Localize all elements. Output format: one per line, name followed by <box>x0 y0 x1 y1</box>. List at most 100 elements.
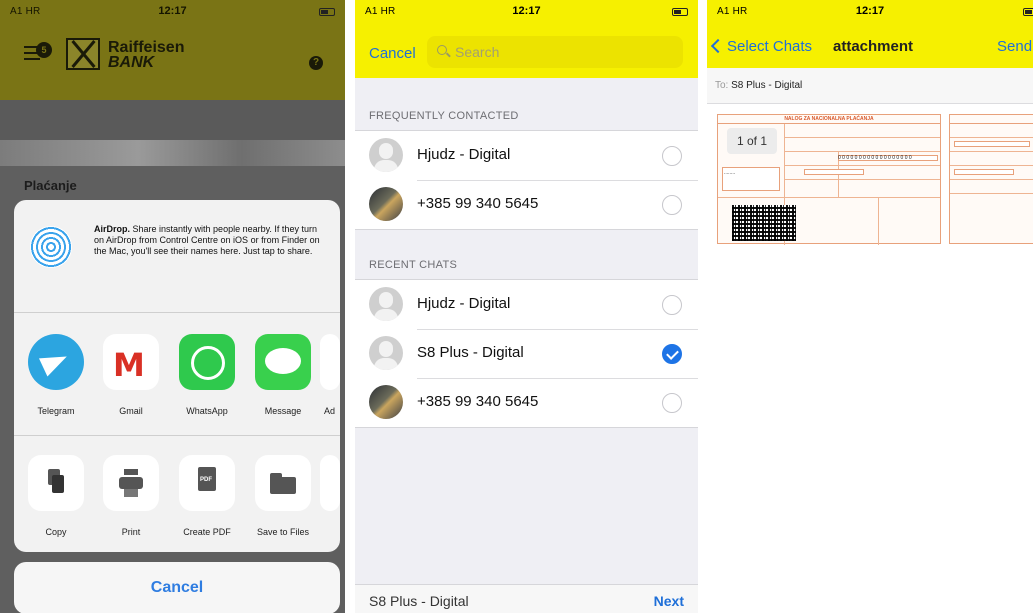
selected-recipient: S8 Plus - Digital <box>369 593 469 609</box>
action-label: Print <box>121 527 141 537</box>
action-print[interactable]: Print <box>93 455 169 537</box>
selected-checkmark-icon[interactable] <box>662 344 682 364</box>
share-sheet: AirDrop. Share instantly with people nea… <box>14 200 340 552</box>
to-prefix: To: <box>715 80 729 91</box>
airdrop-title: AirDrop. <box>94 224 130 234</box>
share-app-label: WhatsApp <box>186 406 228 416</box>
whatsapp-icon <box>179 334 235 390</box>
select-radio[interactable] <box>662 146 682 166</box>
clock: 12:17 <box>158 5 187 17</box>
frequent-list: Hjudz - Digital +385 99 340 5645 <box>355 130 698 230</box>
share-sheet-panel: A1 HR 12:17 5 Raiffeisen BANK ? Plaćanje… <box>0 0 345 613</box>
contact-name: Hjudz - Digital <box>417 295 511 312</box>
bank-logo-icon <box>66 38 100 70</box>
send-button[interactable]: Send <box>997 38 1032 55</box>
action-more[interactable] <box>320 455 340 511</box>
contact-name: +385 99 340 5645 <box>417 393 539 410</box>
more-action-icon <box>320 455 340 511</box>
bank-name-line1: Raiffeisen <box>108 39 185 56</box>
avatar <box>369 385 403 419</box>
share-app-message[interactable]: Message <box>245 334 321 416</box>
page-title: attachment <box>833 38 914 55</box>
battery-icon <box>319 8 335 16</box>
action-label: Copy <box>45 527 67 537</box>
contact-name: S8 Plus - Digital <box>417 344 524 361</box>
share-app-whatsapp[interactable]: WhatsApp <box>169 334 245 416</box>
avatar <box>369 187 403 221</box>
list-item[interactable]: Hjudz - Digital <box>355 280 698 329</box>
action-create-pdf[interactable]: PDF Create PDF <box>169 455 245 537</box>
document-preview[interactable]: NALOG ZA NACIONALNA PLAĆANJA 0 0 0 0 0 0… <box>707 104 1033 613</box>
chat-picker-panel: A1 HR 12:17 Cancel Search FREQUENTLY CON… <box>355 0 698 613</box>
battery-icon <box>672 8 688 16</box>
recent-list: Hjudz - Digital S8 Plus - Digital +385 9… <box>355 279 698 428</box>
share-app-more[interactable]: Ad <box>320 334 340 416</box>
payment-slip-receipt <box>949 114 1033 244</box>
search-placeholder: Search <box>455 44 500 60</box>
status-bar: A1 HR 12:17 <box>707 0 1033 24</box>
search-input[interactable]: Search <box>427 36 683 68</box>
back-label: Select Chats <box>727 38 813 55</box>
list-item[interactable]: S8 Plus - Digital <box>355 329 698 378</box>
bank-header: A1 HR 12:17 5 Raiffeisen BANK ? <box>0 0 345 100</box>
more-app-icon <box>320 334 340 390</box>
menu-badge: 5 <box>36 42 52 58</box>
payment-slip-image: NALOG ZA NACIONALNA PLAĆANJA 0 0 0 0 0 0… <box>717 114 1033 248</box>
action-label: Save to Files <box>256 527 310 537</box>
next-button[interactable]: Next <box>654 593 684 609</box>
share-app-label: Message <box>264 406 302 416</box>
copy-icon <box>28 455 84 511</box>
slip-header: NALOG ZA NACIONALNA PLAĆANJA <box>718 115 940 124</box>
bank-logo-text: Raiffeisen BANK <box>108 39 185 71</box>
clock: 12:17 <box>512 5 541 17</box>
share-app-telegram[interactable]: Telegram <box>18 334 94 416</box>
back-button[interactable]: Select Chats <box>710 38 813 55</box>
folder-icon <box>255 455 311 511</box>
action-copy[interactable]: Copy <box>18 455 94 537</box>
contact-name: +385 99 340 5645 <box>417 195 539 212</box>
share-app-gmail[interactable]: M Gmail <box>93 334 169 416</box>
bank-name-line2: BANK <box>108 54 155 71</box>
share-cancel-button[interactable]: Cancel <box>14 562 340 613</box>
contact-name: Hjudz - Digital <box>417 146 511 163</box>
select-radio[interactable] <box>662 295 682 315</box>
airdrop-icon <box>30 226 72 268</box>
chevron-left-icon <box>710 38 726 54</box>
pdf-icon: PDF <box>179 455 235 511</box>
picker-top-bar: A1 HR 12:17 Cancel Search <box>355 0 698 78</box>
help-icon[interactable]: ? <box>309 56 323 70</box>
share-actions-row: Copy Print PDF Create PDF Save to Files <box>14 437 340 552</box>
action-save-to-files[interactable]: Save to Files <box>245 455 321 537</box>
status-bar: A1 HR 12:17 <box>0 0 345 24</box>
recipient-line: To: S8 Plus - Digital <box>715 80 802 91</box>
list-item[interactable]: +385 99 340 5645 <box>355 180 698 229</box>
page-indicator: 1 of 1 <box>727 128 777 154</box>
select-radio[interactable] <box>662 393 682 413</box>
share-app-label: Ad <box>324 406 336 416</box>
action-label: Create PDF <box>183 527 231 537</box>
select-radio[interactable] <box>662 195 682 215</box>
list-item[interactable]: Hjudz - Digital <box>355 131 698 180</box>
message-icon <box>255 334 311 390</box>
share-app-label: Gmail <box>119 406 143 416</box>
telegram-icon <box>28 334 84 390</box>
preview-top-bar: A1 HR 12:17 Select Chats attachment Send <box>707 0 1033 68</box>
list-item[interactable]: +385 99 340 5645 <box>355 378 698 427</box>
recent-section-header: RECENT CHATS <box>369 259 458 271</box>
print-icon <box>103 455 159 511</box>
share-app-label: Telegram <box>37 406 75 416</box>
barcode-icon <box>732 205 796 241</box>
clock: 12:17 <box>855 5 885 17</box>
share-apps-row: Telegram M Gmail WhatsApp Message Ad <box>14 314 340 436</box>
attachment-preview-panel: A1 HR 12:17 Select Chats attachment Send… <box>707 0 1033 613</box>
avatar <box>369 287 403 321</box>
page-heading: Plaćanje <box>24 178 77 193</box>
frequent-section-header: FREQUENTLY CONTACTED <box>369 110 519 122</box>
background-blur-strip <box>0 140 345 166</box>
avatar <box>369 336 403 370</box>
picker-cancel-button[interactable]: Cancel <box>369 45 416 62</box>
search-icon <box>437 45 447 55</box>
selection-bar: S8 Plus - Digital Next <box>355 584 698 613</box>
airdrop-section[interactable]: AirDrop. Share instantly with people nea… <box>14 200 340 313</box>
airdrop-description: AirDrop. Share instantly with people nea… <box>94 224 324 257</box>
